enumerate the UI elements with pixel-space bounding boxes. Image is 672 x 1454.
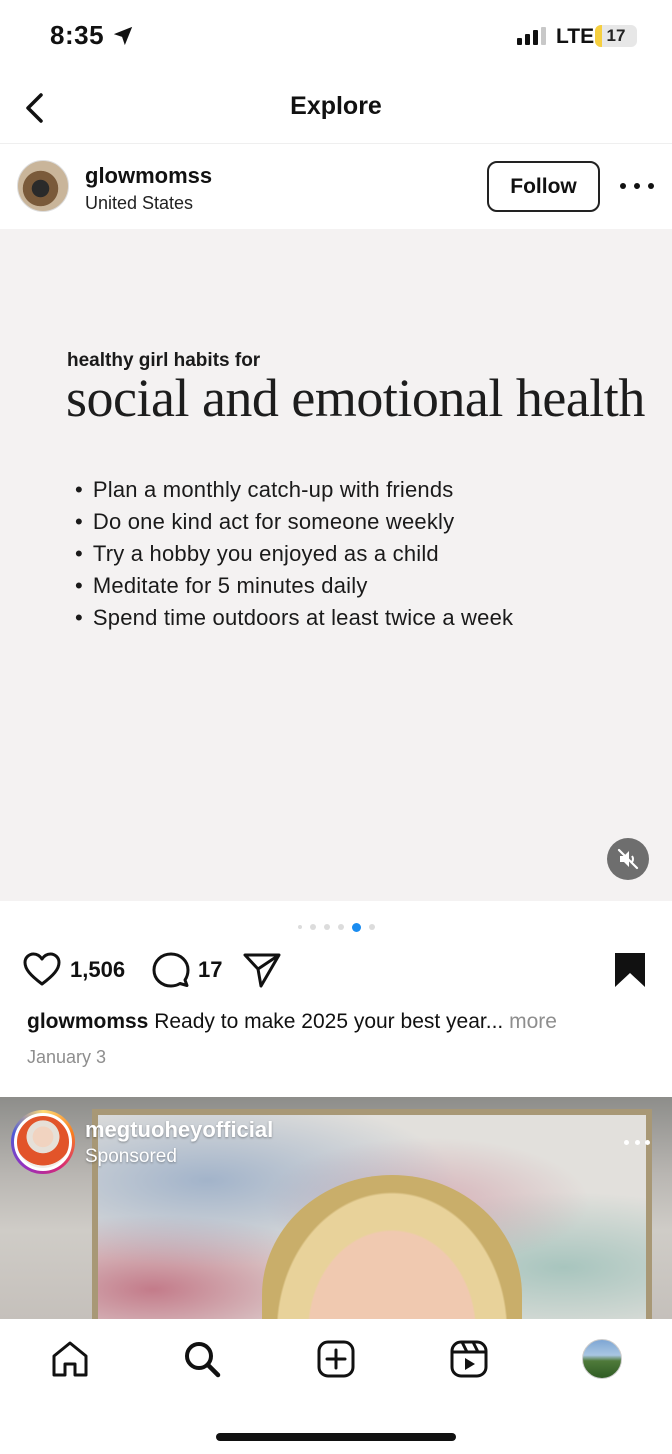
more-options-button[interactable] bbox=[620, 173, 654, 199]
sponsored-post[interactable]: megtuoheyofficial Sponsored bbox=[0, 1097, 672, 1319]
caption-more-link[interactable]: more bbox=[509, 1010, 557, 1033]
more-dot bbox=[634, 1139, 640, 1145]
post-username[interactable]: megtuoheyofficial bbox=[85, 1117, 273, 1143]
carousel-indicator bbox=[0, 921, 672, 933]
carousel-dot bbox=[309, 924, 316, 930]
list-item: Do one kind act for someone weekly bbox=[75, 506, 513, 538]
list-item: Spend time outdoors at least twice a wee… bbox=[75, 602, 513, 634]
comment-icon bbox=[152, 952, 190, 988]
cellular-signal-icon bbox=[517, 27, 547, 50]
mute-button[interactable] bbox=[607, 838, 649, 880]
save-button[interactable] bbox=[612, 950, 648, 990]
home-indicator bbox=[216, 1433, 456, 1441]
post-media[interactable]: healthy girl habits for social and emoti… bbox=[0, 229, 672, 901]
comment-button[interactable] bbox=[152, 950, 190, 990]
plus-square-icon bbox=[317, 1340, 355, 1378]
carousel-dot bbox=[297, 925, 302, 929]
network-type: LTE bbox=[556, 25, 595, 48]
tab-reels[interactable] bbox=[447, 1337, 491, 1381]
status-time: 8:35 bbox=[50, 20, 105, 50]
more-horizontal-icon bbox=[620, 183, 626, 189]
post-location[interactable]: United States bbox=[85, 193, 193, 214]
battery-icon: 17 bbox=[595, 25, 637, 47]
avatar[interactable] bbox=[17, 160, 69, 212]
list-item: Meditate for 5 minutes daily bbox=[75, 570, 513, 602]
battery-level: 17 bbox=[606, 26, 626, 45]
page-title: Explore bbox=[290, 92, 382, 120]
post-username[interactable]: glowmomss bbox=[85, 163, 212, 189]
speaker-muted-icon bbox=[617, 848, 639, 870]
heart-icon bbox=[23, 952, 61, 986]
carousel-dot bbox=[368, 924, 375, 930]
tab-search[interactable] bbox=[180, 1337, 224, 1381]
story-ring[interactable] bbox=[11, 1110, 75, 1174]
carousel-dot bbox=[323, 924, 330, 930]
tab-profile[interactable] bbox=[580, 1337, 624, 1381]
follow-button[interactable]: Follow bbox=[487, 161, 600, 212]
bookmark-icon bbox=[615, 953, 645, 987]
post-actions: 1,506 17 bbox=[0, 950, 672, 994]
caption-username[interactable]: glowmomss bbox=[27, 1010, 148, 1033]
location-arrow-icon bbox=[112, 25, 134, 52]
more-horizontal-icon bbox=[624, 1139, 629, 1145]
caption-text: Ready to make 2025 your best year... bbox=[154, 1010, 504, 1033]
like-button[interactable] bbox=[22, 950, 62, 990]
more-dot bbox=[645, 1139, 650, 1145]
tab-create[interactable] bbox=[314, 1337, 358, 1381]
media-habit-list: Plan a monthly catch-up with friends Do … bbox=[75, 474, 513, 634]
paper-plane-icon bbox=[243, 953, 281, 988]
list-item: Plan a monthly catch-up with friends bbox=[75, 474, 513, 506]
carousel-dot-active bbox=[351, 922, 361, 932]
media-title: social and emotional health bbox=[66, 368, 645, 428]
avatar bbox=[14, 1113, 72, 1171]
more-dot bbox=[634, 183, 640, 189]
home-icon bbox=[52, 1341, 88, 1377]
post-header: glowmomss United States Follow bbox=[0, 145, 672, 229]
list-item: Try a hobby you enjoyed as a child bbox=[75, 538, 513, 570]
reels-icon bbox=[450, 1340, 488, 1378]
share-button[interactable] bbox=[243, 950, 281, 990]
bottom-tab-bar bbox=[0, 1319, 672, 1454]
more-dot bbox=[648, 183, 654, 189]
sponsored-label: Sponsored bbox=[85, 1146, 177, 1167]
comment-count[interactable]: 17 bbox=[198, 957, 222, 983]
post-date: January 3 bbox=[27, 1047, 107, 1067]
like-count[interactable]: 1,506 bbox=[70, 957, 125, 983]
more-options-button[interactable] bbox=[624, 1137, 650, 1147]
status-bar: 8:35 LTE 17 bbox=[0, 0, 672, 72]
search-icon bbox=[185, 1342, 221, 1378]
avatar bbox=[582, 1339, 622, 1379]
tab-home[interactable] bbox=[48, 1337, 92, 1381]
post-caption[interactable]: glowmomss Ready to make 2025 your best y… bbox=[27, 1010, 647, 1034]
carousel-dot bbox=[337, 924, 344, 930]
nav-header: Explore bbox=[0, 72, 672, 144]
